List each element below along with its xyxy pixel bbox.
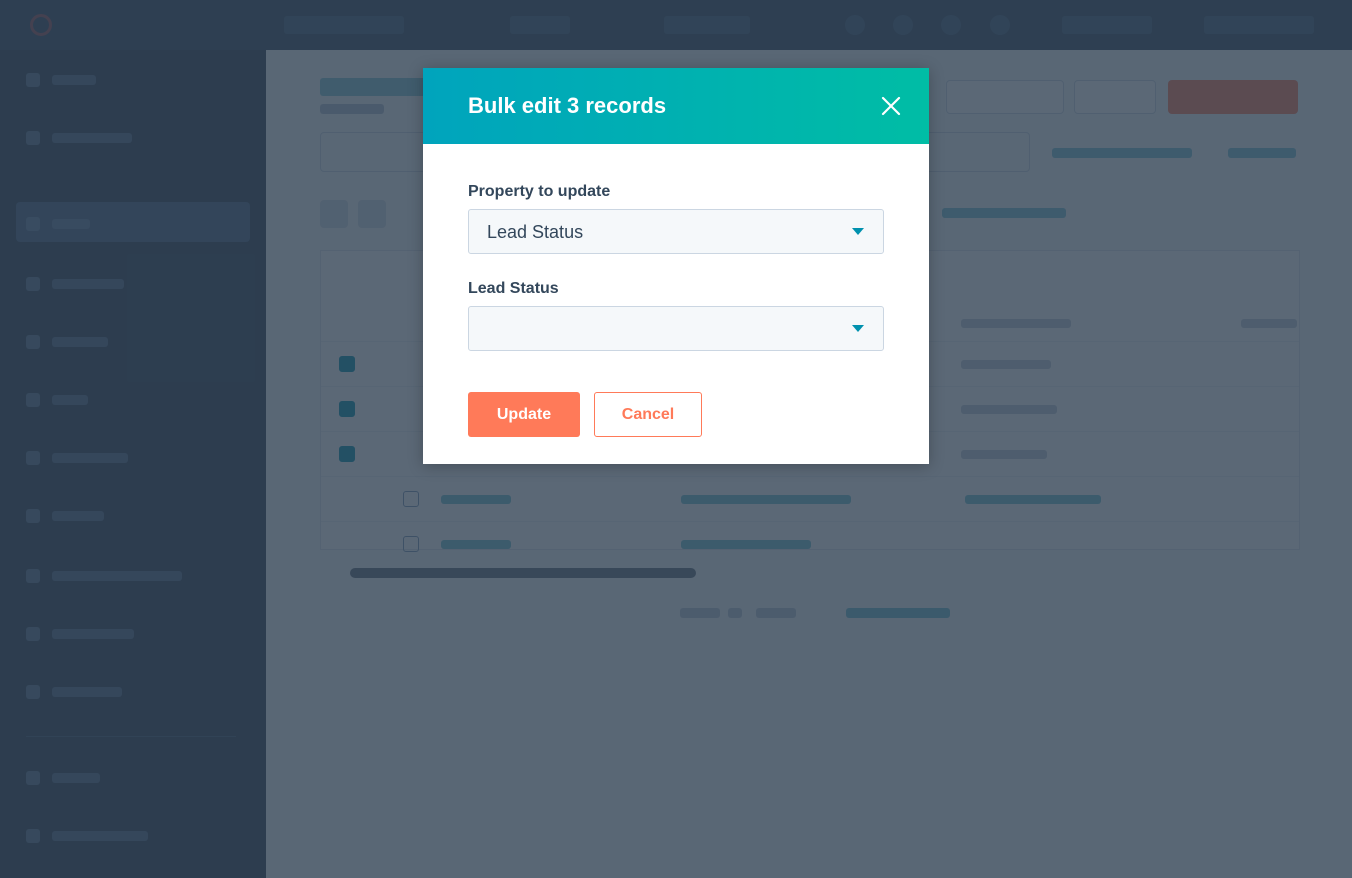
- dialog-header: Bulk edit 3 records: [423, 68, 929, 144]
- cancel-button[interactable]: Cancel: [594, 392, 702, 437]
- chevron-down-icon: [852, 325, 864, 332]
- property-to-update-dropdown[interactable]: Lead Status: [468, 209, 884, 254]
- dialog-title: Bulk edit 3 records: [468, 93, 667, 118]
- close-button[interactable]: [875, 90, 907, 122]
- update-button[interactable]: Update: [468, 392, 580, 437]
- lead-status-label: Lead Status: [468, 280, 559, 297]
- chevron-down-icon: [852, 228, 864, 235]
- close-icon: [881, 96, 901, 116]
- lead-status-dropdown[interactable]: [468, 306, 884, 351]
- bulk-edit-dialog: Bulk edit 3 records Property to update L…: [423, 68, 929, 464]
- property-to-update-value: Lead Status: [487, 222, 584, 242]
- property-to-update-label: Property to update: [468, 183, 611, 200]
